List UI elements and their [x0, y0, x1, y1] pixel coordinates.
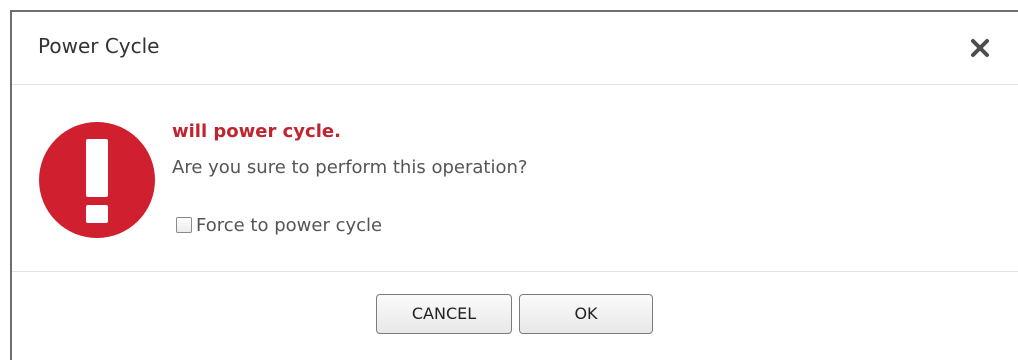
- cancel-button[interactable]: CANCEL: [376, 294, 512, 334]
- dialog-footer: CANCEL OK: [12, 271, 1018, 361]
- close-button[interactable]: [968, 36, 992, 60]
- power-cycle-dialog: Power Cycle will power cycle. Are you su…: [10, 10, 1018, 360]
- close-icon: [971, 39, 989, 57]
- exclamation-circle-icon: [39, 122, 155, 238]
- message-text: Are you sure to perform this operation?: [172, 157, 528, 178]
- dialog-header: Power Cycle: [12, 12, 1018, 85]
- dialog-body: will power cycle. Are you sure to perfor…: [12, 85, 1018, 271]
- dialog-title: Power Cycle: [38, 34, 160, 58]
- force-power-cycle-label[interactable]: Force to power cycle: [196, 215, 382, 236]
- force-power-cycle-option[interactable]: Force to power cycle: [176, 211, 382, 239]
- ok-button[interactable]: OK: [519, 294, 653, 334]
- force-power-cycle-checkbox[interactable]: [176, 217, 192, 233]
- message-title: will power cycle.: [172, 121, 341, 142]
